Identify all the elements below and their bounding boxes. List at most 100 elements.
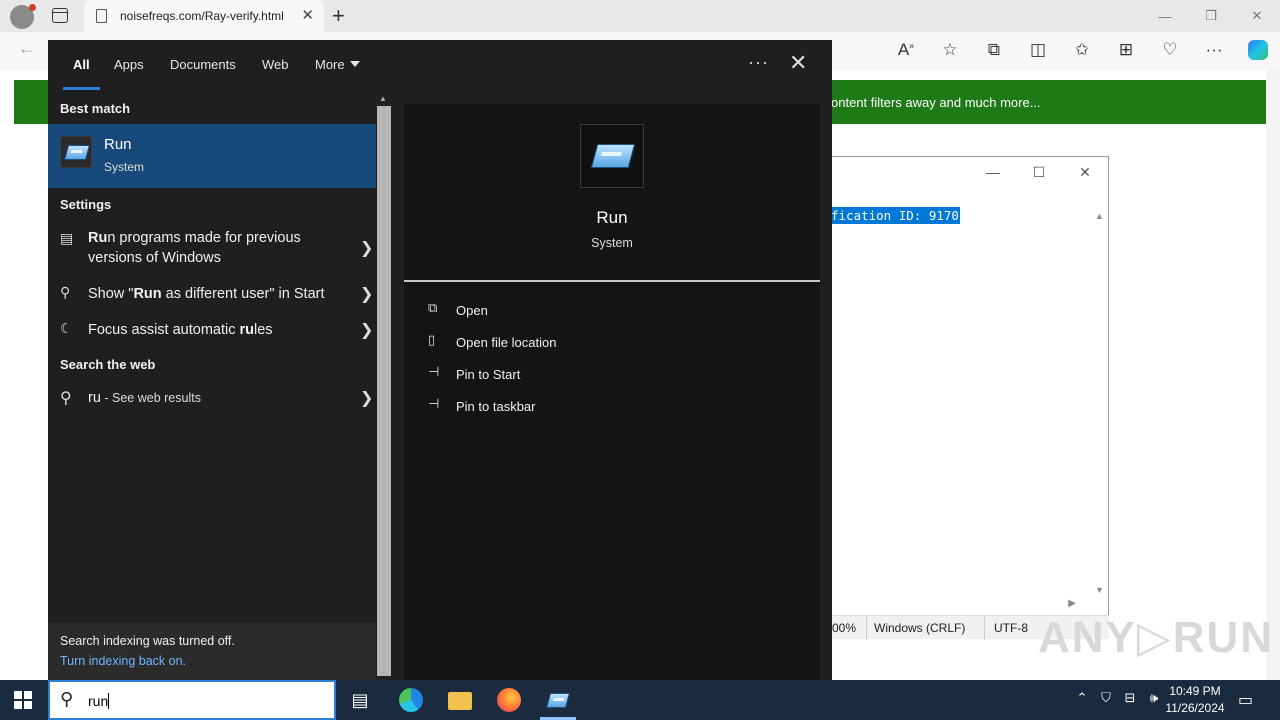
run-taskbar-icon[interactable] <box>545 688 571 712</box>
taskbar-search-input[interactable]: ⚲ run <box>48 680 336 720</box>
file-location-icon: ▯ <box>428 332 436 347</box>
close-search-icon[interactable]: ✕ <box>789 50 807 76</box>
chevron-right-icon: ❯ <box>360 240 374 257</box>
scroll-down-icon[interactable]: ▼ <box>379 669 387 678</box>
tab-apps[interactable]: Apps <box>114 57 144 72</box>
notepad-vertical-scrollbar[interactable]: ▲ ▼ <box>1092 207 1108 599</box>
chevron-right-icon: ❯ <box>360 286 374 303</box>
network-icon[interactable]: ⊟ <box>1118 690 1142 706</box>
action-label: Pin to Start <box>456 367 521 382</box>
new-tab-button[interactable]: + <box>332 3 345 29</box>
profile-avatar-icon[interactable] <box>10 4 36 29</box>
back-arrow-icon[interactable]: ← <box>18 38 36 59</box>
selected-text: fication ID: 9170 <box>832 207 960 224</box>
web-search-result[interactable]: ⚲ ru - See web results ❯ <box>48 388 376 412</box>
status-divider <box>866 616 867 640</box>
preview-subtitle: System <box>591 236 633 250</box>
browser-tab-strip: noisefreqs.com/Ray-verify.html ✕ + — ❐ ✕ <box>0 0 1280 32</box>
pin-icon: ⊣ <box>428 396 440 411</box>
favorite-star-icon[interactable]: ☆ <box>928 40 972 65</box>
chevron-up-icon[interactable]: ⌃ <box>1070 690 1094 706</box>
encoding: UTF-8 <box>994 621 1028 635</box>
tab-more-label: More <box>315 57 345 72</box>
action-open[interactable]: ⧉ Open <box>426 300 726 324</box>
scroll-right-icon[interactable]: ▶ <box>1068 598 1076 609</box>
run-icon <box>60 136 92 168</box>
scroll-down-icon[interactable]: ▼ <box>1095 585 1104 595</box>
read-aloud-icon[interactable]: A» <box>884 40 928 65</box>
clock-date: 11/26/2024 <box>1165 701 1225 715</box>
run-icon <box>580 124 644 188</box>
notepad-text-area[interactable]: fication ID: 9170 <box>832 207 1094 599</box>
extensions-icon[interactable]: ⧉ <box>972 40 1016 65</box>
clock-time: 10:49 PM <box>1169 684 1221 698</box>
results-scrollbar[interactable]: ▲ ▼ <box>376 92 392 680</box>
tab-web[interactable]: Web <box>262 57 289 72</box>
web-result-label: ru - See web results <box>88 390 201 406</box>
action-label: Open <box>456 303 488 318</box>
scroll-thumb[interactable] <box>377 106 391 676</box>
copilot-icon[interactable] <box>1236 40 1280 65</box>
notepad-minimize-button[interactable]: — <box>970 157 1016 187</box>
banner-text: ontent filters away and much more... <box>831 95 1041 110</box>
more-options-icon[interactable]: ··· <box>748 52 769 73</box>
settings-item-label: Run programs made for previous versions … <box>88 230 301 266</box>
notepad-maximize-button[interactable]: ☐ <box>1016 157 1062 187</box>
status-divider <box>984 616 985 640</box>
chevron-right-icon: ❯ <box>360 322 374 339</box>
page-scrollbar[interactable] <box>1266 70 1280 680</box>
active-tab-indicator <box>63 87 100 90</box>
firefox-icon[interactable] <box>497 688 521 712</box>
indexing-notice: Search indexing was turned off. Turn ind… <box>48 623 376 680</box>
turn-indexing-on-link[interactable]: Turn indexing back on. <box>60 654 186 668</box>
action-label: Open file location <box>456 335 557 350</box>
open-icon: ⧉ <box>428 300 438 315</box>
taskbar: ⚲ run ▤ ⌃ ⛉ ⊟ 🕪 10:49 PM 11/26/2024 ▭ <box>0 680 1280 720</box>
scroll-up-icon[interactable]: ▲ <box>379 94 387 103</box>
settings-item-run-as[interactable]: ⚲ Show "Run as different user" in Start … <box>48 284 376 308</box>
more-icon[interactable]: ··· <box>1192 40 1236 65</box>
action-pin-to-taskbar[interactable]: ⊣ Pin to taskbar <box>426 396 726 420</box>
run-as-user-icon: ⚲ <box>60 284 71 300</box>
browser-window-controls: — ❐ ✕ <box>1142 0 1280 32</box>
browser-essentials-icon[interactable]: ♡ <box>1148 40 1192 65</box>
notifications-icon[interactable]: ▭ <box>1238 690 1253 710</box>
anyrun-watermark: ANY▷RUN <box>1038 613 1275 662</box>
search-icon: ⚲ <box>60 689 74 709</box>
web-heading: Search the web <box>60 357 156 372</box>
file-explorer-icon[interactable] <box>448 692 472 710</box>
notepad-close-button[interactable]: ✕ <box>1062 157 1108 187</box>
browser-tab[interactable]: noisefreqs.com/Ray-verify.html ✕ <box>84 0 324 32</box>
tab-more[interactable]: More <box>315 57 360 72</box>
tab-close-icon[interactable]: ✕ <box>301 6 314 24</box>
tab-actions-icon[interactable] <box>52 8 68 23</box>
zoom-level: 00% <box>832 621 857 635</box>
tab-title: noisefreqs.com/Ray-verify.html <box>120 9 284 23</box>
notepad-menu <box>832 187 1108 207</box>
minimize-button[interactable]: — <box>1142 0 1188 32</box>
edge-icon[interactable] <box>399 688 423 712</box>
results-list: Best match Run System Settings ▤ Run pro… <box>48 92 376 680</box>
settings-item-focus-assist[interactable]: ☾ Focus assist automatic rules ❯ <box>48 320 376 344</box>
restore-button[interactable]: ❐ <box>1188 0 1234 32</box>
tab-documents[interactable]: Documents <box>170 57 236 72</box>
action-open-file-location[interactable]: ▯ Open file location <box>426 332 726 356</box>
favorites-icon[interactable]: ✩ <box>1060 40 1104 65</box>
line-endings: Windows (CRLF) <box>874 621 966 635</box>
clock[interactable]: 10:49 PM 11/26/2024 <box>1160 683 1230 717</box>
system-tray: ⌃ ⛉ ⊟ 🕪 <box>1070 690 1166 706</box>
split-screen-icon[interactable]: ◫ <box>1016 40 1060 65</box>
toolbar-icons: A» ☆ ⧉ ◫ ✩ ⊞ ♡ ··· <box>884 40 1280 65</box>
best-match-title: Run <box>104 136 132 153</box>
scroll-up-icon[interactable]: ▲ <box>1095 211 1104 221</box>
task-view-icon[interactable]: ▤ <box>348 688 372 712</box>
tab-all[interactable]: All <box>73 57 90 72</box>
collections-icon[interactable]: ⊞ <box>1104 40 1148 65</box>
action-pin-to-start[interactable]: ⊣ Pin to Start <box>426 364 726 388</box>
best-match-run[interactable]: Run System <box>48 124 376 188</box>
close-window-button[interactable]: ✕ <box>1234 0 1280 32</box>
security-icon[interactable]: ⛉ <box>1094 690 1118 706</box>
chevron-right-icon: ❯ <box>360 390 374 407</box>
windows-start-icon[interactable] <box>14 691 32 709</box>
settings-item-compatibility[interactable]: ▤ Run programs made for previous version… <box>48 228 376 270</box>
